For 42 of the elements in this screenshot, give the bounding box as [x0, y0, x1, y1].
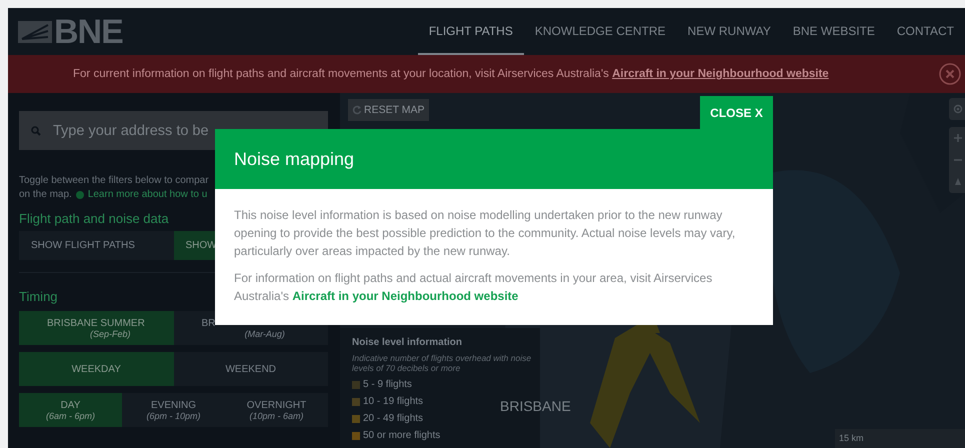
legend-title: Noise level information	[352, 337, 464, 348]
legend-label: 20 - 49 flights	[363, 413, 424, 424]
nav-link[interactable]: BNE WEBSITE	[782, 8, 886, 55]
timing-button[interactable]: WEEKDAY	[19, 352, 174, 386]
nav-link[interactable]: CONTACT	[886, 8, 965, 55]
legend-label: 5 - 9 flights	[363, 379, 412, 390]
close-icon[interactable]	[939, 63, 961, 85]
nav-link[interactable]: KNOWLEDGE CENTRE	[524, 8, 677, 55]
logo-icon	[18, 20, 52, 42]
modal-paragraph: For information on flight paths and actual aircraft movements in your area, visit Airservices Australia's Aircraft in your Neighbourhood website	[234, 270, 714, 305]
close-button[interactable]: CLOSE X	[700, 96, 773, 129]
modal-paragraph: This noise level information is based on noise modelling undertaken prior to the new runway opening to provide the best possible prediction to the community. Actual noise levels may vary, particularly over areas impacted by the new runway.	[234, 207, 736, 260]
section-heading: Flight path and noise data	[19, 211, 169, 226]
legend-label: 10 - 19 flights	[363, 396, 424, 408]
legend-label: 50 or more flights	[363, 430, 440, 442]
locate-button[interactable]	[949, 98, 965, 120]
notice-text: For current information on flight paths and aircraft movements at your location, visit Airservices Australia's Aircraft in your Neighbourhood website	[73, 68, 829, 80]
timing-button[interactable]: WEEKEND	[174, 352, 328, 386]
timing-button[interactable]: BRISBANE SUMMER (Sep-Feb)	[19, 311, 174, 345]
timing-button[interactable]: EVENING (6pm - 10pm)	[122, 393, 225, 427]
zoom-in-icon[interactable]	[953, 133, 963, 143]
map-label: BRISBANE	[500, 398, 571, 414]
intro-text: Toggle between the filters below to compar	[19, 175, 209, 186]
logo-text: BNE	[54, 14, 123, 48]
modal-title: Noise mapping	[234, 148, 354, 170]
legend-note: Indicative number of flights overhead with noise levels of 70 decibels or more	[352, 353, 532, 374]
reset-map-button[interactable]: RESET MAP	[348, 99, 428, 121]
scale-bar: 15 km	[835, 429, 965, 448]
neighbourhood-link[interactable]: Aircraft in your Neighbourhood website	[292, 288, 518, 303]
refresh-icon	[352, 105, 362, 115]
notice-link[interactable]: Aircraft in your Neighbourhood website	[612, 68, 829, 80]
info-icon	[76, 190, 84, 198]
intro-text: on the map.	[19, 189, 72, 200]
search-icon	[31, 126, 41, 136]
timing-button[interactable]: OVERNIGHT (10pm - 6am)	[225, 393, 328, 427]
learn-more-link[interactable]: Learn more about how to u	[88, 189, 208, 200]
timing-button[interactable]: DAY (6am - 6pm)	[19, 393, 122, 427]
section-heading: Timing	[19, 289, 58, 304]
locate-icon	[953, 104, 963, 114]
nav-link[interactable]: NEW RUNWAY	[676, 8, 782, 55]
filter-button[interactable]: SHOW FLIGHT PATHS	[19, 231, 174, 260]
compass-icon[interactable]	[953, 177, 963, 187]
